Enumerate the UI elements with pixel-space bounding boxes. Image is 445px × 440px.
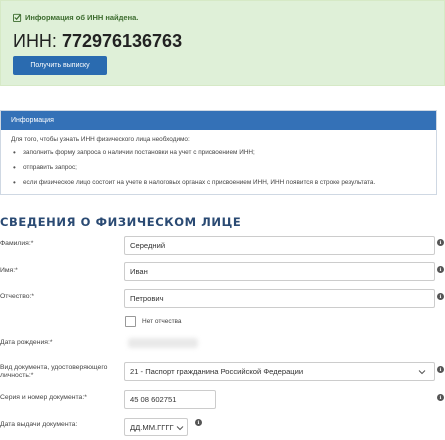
birthdate-field-blurred[interactable] — [128, 338, 198, 348]
section-title: СВЕДЕНИЯ О ФИЗИЧЕСКОМ ЛИЦЕ — [0, 215, 242, 229]
surname-field[interactable]: Середний — [124, 236, 435, 255]
checkmark-icon — [13, 13, 22, 22]
info-icon[interactable]: i — [437, 366, 444, 373]
surname-label: Фамилия:* — [0, 240, 34, 247]
list-item: если физическое лицо состоит на учете в … — [11, 179, 426, 188]
no-patronymic-label: Нет отчества — [142, 318, 182, 325]
inn-result: ИНН: 772976136763 — [13, 31, 182, 52]
result-heading-text: Информация об ИНН найдена. — [25, 13, 139, 22]
get-extract-button[interactable]: Получить выписку — [13, 56, 107, 75]
result-heading: Информация об ИНН найдена. — [13, 13, 138, 22]
patronymic-field[interactable]: Петрович — [124, 289, 435, 308]
info-icon[interactable]: i — [437, 266, 444, 273]
list-item: отправить запрос; — [11, 164, 426, 173]
list-item: заполнить форму запроса о наличии постан… — [11, 149, 426, 158]
info-icon[interactable]: i — [437, 394, 444, 401]
patronymic-label: Отчество:* — [0, 293, 35, 300]
no-patronymic-checkbox[interactable] — [125, 316, 136, 327]
info-panel-body: Для того, чтобы узнать ИНН физического л… — [1, 130, 436, 188]
issue-date-label: Дата выдачи документа: — [0, 421, 78, 428]
info-intro: Для того, чтобы узнать ИНН физического л… — [11, 136, 190, 143]
doc-number-label: Серия и номер документа:* — [0, 394, 87, 401]
name-field[interactable]: Иван — [124, 262, 435, 281]
chevron-down-icon — [176, 426, 184, 431]
doc-type-select[interactable]: 21 - Паспорт гражданина Российской Федер… — [124, 362, 435, 381]
info-panel-title: Информация — [1, 111, 436, 130]
info-icon[interactable]: i — [437, 293, 444, 300]
chevron-down-icon — [418, 370, 426, 375]
doc-number-field[interactable]: 45 08 602751 — [124, 390, 216, 409]
info-list: заполнить форму запроса о наличии постан… — [11, 149, 426, 188]
inn-label: ИНН: — [13, 31, 57, 51]
inn-value: 772976136763 — [61, 31, 183, 51]
info-panel: Информация Для того, чтобы узнать ИНН фи… — [0, 110, 437, 195]
name-label: Имя:* — [0, 267, 18, 274]
doc-type-label: Вид документа, удостоверяющего личность:… — [0, 364, 108, 379]
info-icon[interactable]: i — [195, 419, 202, 426]
info-icon[interactable]: i — [437, 239, 444, 246]
inn-result-panel: Информация об ИНН найдена. ИНН: 77297613… — [0, 0, 445, 86]
doc-type-value: 21 - Паспорт гражданина Российской Федер… — [130, 367, 304, 376]
birthdate-label: Дата рождения:* — [0, 339, 53, 346]
